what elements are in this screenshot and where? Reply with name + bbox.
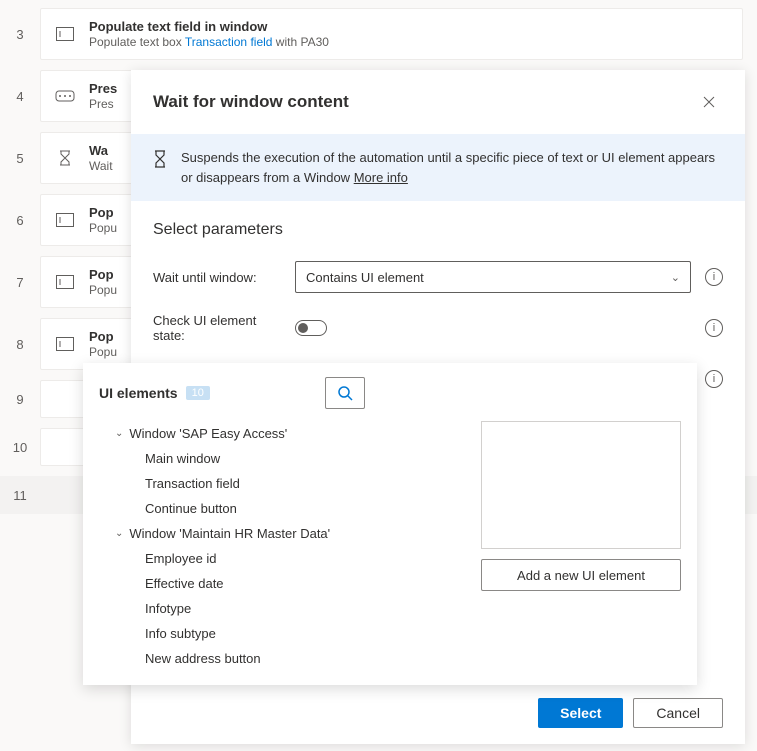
tree-item[interactable]: Continue button (99, 496, 465, 521)
check-state-toggle[interactable] (295, 320, 327, 336)
row-number: 6 (0, 213, 40, 228)
chevron-down-icon: ⌄ (115, 528, 123, 539)
wait-until-label: Wait until window: (153, 270, 281, 285)
textbox-icon (55, 272, 75, 292)
chevron-down-icon: ⌄ (115, 428, 123, 439)
action-subtitle: Popu (89, 345, 117, 359)
row-number: 9 (0, 392, 40, 407)
info-icon[interactable]: i (705, 268, 723, 286)
textbox-icon (55, 210, 75, 230)
section-title: Select parameters (131, 201, 745, 251)
action-subtitle: Pres (89, 97, 117, 111)
element-preview-box (481, 421, 681, 549)
select-button[interactable]: Select (538, 698, 623, 728)
wait-until-select[interactable]: Contains UI element ⌄ (295, 261, 691, 293)
close-icon (703, 96, 715, 108)
action-subtitle: Wait (89, 159, 113, 173)
tree-parent-node[interactable]: ⌄ Window 'SAP Easy Access' (99, 421, 465, 446)
element-count-badge: 10 (186, 386, 210, 400)
more-info-link[interactable]: More info (354, 170, 408, 185)
action-title: Pop (89, 205, 117, 220)
dialog-footer: Select Cancel (131, 682, 745, 744)
row-number: 7 (0, 275, 40, 290)
action-title: Populate text field in window (89, 19, 329, 34)
ui-element-tree: ⌄ Window 'SAP Easy Access' Main window T… (99, 421, 465, 671)
cancel-button[interactable]: Cancel (633, 698, 723, 728)
row-number: 10 (0, 440, 40, 455)
info-banner: Suspends the execution of the automation… (131, 134, 745, 201)
hourglass-icon (153, 150, 167, 171)
hourglass-icon (55, 148, 75, 168)
tree-item[interactable]: Transaction field (99, 471, 465, 496)
action-title: Pres (89, 81, 117, 96)
flow-row[interactable]: 3 Populate text field in window Populate… (0, 8, 757, 60)
keyboard-icon (55, 86, 75, 106)
action-title: Pop (89, 329, 117, 344)
tree-item[interactable]: Info subtype (99, 621, 465, 646)
search-icon (337, 385, 353, 401)
tree-item[interactable]: Effective date (99, 571, 465, 596)
info-icon[interactable]: i (705, 319, 723, 337)
action-link[interactable]: Transaction field (185, 35, 273, 49)
tree-item[interactable]: Main window (99, 446, 465, 471)
close-button[interactable] (695, 88, 723, 116)
action-subtitle: Popu (89, 283, 117, 297)
row-number: 3 (0, 27, 40, 42)
action-subtitle: Populate text box Transaction field with… (89, 35, 329, 49)
row-number: 11 (0, 488, 40, 503)
action-title: Wa (89, 143, 113, 158)
row-number: 5 (0, 151, 40, 166)
info-icon[interactable]: i (705, 370, 723, 388)
action-title: Pop (89, 267, 117, 282)
tree-item[interactable]: Infotype (99, 596, 465, 621)
chevron-down-icon: ⌄ (671, 271, 680, 284)
ui-elements-dropdown: UI elements 10 ⌄ Window 'SAP Easy Access… (83, 363, 697, 685)
add-ui-element-button[interactable]: Add a new UI element (481, 559, 681, 591)
textbox-icon (55, 24, 75, 44)
row-number: 4 (0, 89, 40, 104)
dropdown-title: UI elements 10 (99, 385, 210, 401)
action-subtitle: Popu (89, 221, 117, 235)
dialog-title: Wait for window content (153, 92, 349, 112)
check-state-label: Check UI element state: (153, 313, 281, 343)
banner-text: Suspends the execution of the automation… (181, 148, 723, 187)
search-button[interactable] (325, 377, 365, 409)
textbox-icon (55, 334, 75, 354)
tree-item[interactable]: New address button (99, 646, 465, 671)
select-value: Contains UI element (306, 270, 424, 285)
tree-item[interactable]: Employee id (99, 546, 465, 571)
tree-parent-node[interactable]: ⌄ Window 'Maintain HR Master Data' (99, 521, 465, 546)
row-number: 8 (0, 337, 40, 352)
